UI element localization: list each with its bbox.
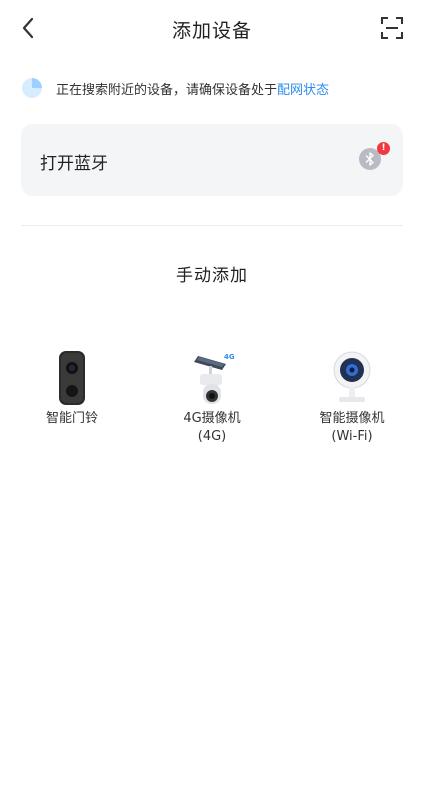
bluetooth-card[interactable]: 打开蓝牙 ! [21,124,403,196]
device-4g-camera[interactable]: 4G 4G摄像机 (4G) [152,348,272,446]
doorbell-icon [42,348,102,408]
bluetooth-toggle[interactable]: ! [359,142,390,172]
manual-add-title: 手动添加 [176,266,248,286]
alert-badge: ! [377,142,390,155]
scan-button[interactable] [380,16,404,40]
page-title: 添加设备 [171,20,252,42]
search-status: 正在搜索附近的设备，请确保设备处于 配网状态 [22,77,412,99]
pairing-mode-link[interactable]: 配网状态 [277,79,329,98]
solar-4g-camera-icon: 4G [182,348,242,408]
divider [21,225,403,226]
device-name: 智能摄像机 [319,411,385,426]
top-bar: 添加设备 [0,0,424,58]
svg-text:4G: 4G [224,353,235,361]
loading-spinner-icon [22,78,42,98]
device-wifi-camera[interactable]: 智能摄像机 (Wi-Fi) [292,348,412,446]
scan-frame-icon [381,17,403,39]
device-connectivity: (Wi-Fi) [331,429,373,444]
device-connectivity: (4G) [197,429,227,444]
search-status-text: 正在搜索附近的设备，请确保设备处于 [56,82,278,98]
device-doorbell[interactable]: 智能门铃 [12,348,132,428]
bluetooth-label: 打开蓝牙 [40,154,108,174]
device-name: 4G摄像机 [183,411,241,426]
wifi-camera-icon [322,348,382,408]
device-name: 智能门铃 [45,411,98,426]
